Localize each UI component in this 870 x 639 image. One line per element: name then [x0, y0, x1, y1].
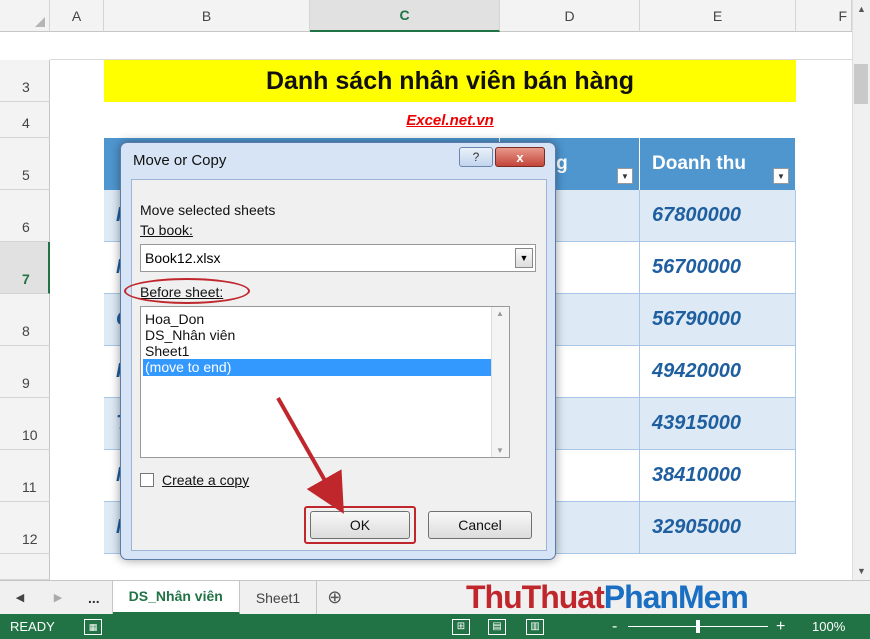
row-header-6[interactable]: 6	[0, 190, 50, 242]
select-all-corner[interactable]	[0, 0, 50, 32]
sheet-list-item[interactable]: DS_Nhân viên	[143, 327, 491, 344]
table-cell-revenue[interactable]: 43915000	[640, 398, 796, 450]
row-header-11[interactable]: 11	[0, 450, 50, 502]
header-revenue-label: Doanh thu	[652, 153, 746, 174]
highlight-ellipse	[124, 278, 250, 304]
row-header-13	[0, 554, 50, 580]
column-header-e[interactable]: E	[640, 0, 796, 32]
table-cell-revenue[interactable]: 56790000	[640, 294, 796, 346]
macro-record-icon[interactable]: ▦	[84, 618, 102, 635]
tab-more-button[interactable]: ...	[76, 580, 113, 615]
table-cell-revenue[interactable]: 49420000	[640, 346, 796, 398]
sheet-list-item[interactable]: Hoa_Don	[143, 311, 491, 328]
row-header-7[interactable]: 7	[0, 242, 50, 294]
to-book-value: Book12.xlsx	[145, 250, 221, 266]
watermark-part: Thuat	[521, 579, 605, 615]
watermark-logo: ThuThuatPhanMem	[466, 579, 749, 615]
scrollbar-thumb[interactable]	[854, 64, 868, 104]
add-sheet-icon[interactable]: ⊕	[317, 587, 342, 608]
status-bar: READY ▦ ⊞ ▤ ▥ - + 100%	[0, 614, 870, 639]
row-header-8[interactable]: 8	[0, 294, 50, 346]
column-header-c[interactable]: C	[310, 0, 500, 32]
sheet-list-item[interactable]: Sheet1	[143, 343, 491, 360]
dialog-body: Move selected sheets To book: Book12.xls…	[124, 179, 547, 551]
column-header-d[interactable]: D	[500, 0, 640, 32]
table-cell-revenue[interactable]: 67800000	[640, 190, 796, 242]
to-book-label: To book:	[140, 222, 193, 238]
column-header-f[interactable]: F	[796, 0, 852, 32]
row-2-area	[50, 32, 852, 60]
move-selected-label: Move selected sheets	[140, 202, 276, 218]
dialog-title: Move or Copy	[133, 151, 227, 169]
annotation-arrow-icon	[276, 397, 344, 514]
tab-sheet1[interactable]: Sheet1	[240, 580, 318, 615]
dropdown-arrow-icon[interactable]: ▼	[515, 248, 533, 268]
cancel-button[interactable]: Cancel	[428, 511, 532, 539]
zoom-out-icon[interactable]: -	[612, 618, 617, 636]
scroll-up-icon[interactable]: ▲	[853, 0, 870, 18]
corner-triangle-icon	[35, 17, 45, 27]
row-header-10[interactable]: 10	[0, 398, 50, 450]
listbox-scrollbar[interactable]: ▲ ▼	[491, 307, 509, 457]
filter-dropdown-icon[interactable]: ▼	[617, 168, 633, 184]
zoom-slider-thumb[interactable]	[696, 620, 700, 633]
help-button[interactable]: ?	[459, 147, 493, 167]
to-book-select[interactable]: Book12.xlsx ▼	[140, 244, 536, 272]
tab-next-icon[interactable]: ▶	[40, 591, 76, 604]
scroll-down-icon[interactable]: ▼	[853, 562, 870, 580]
row-header-5[interactable]: 5	[0, 138, 50, 190]
move-or-copy-dialog: Move or Copy ? x Move selected sheets To…	[120, 142, 556, 560]
vertical-scrollbar[interactable]: ▲ ▼	[852, 0, 870, 580]
list-scroll-down-icon[interactable]: ▼	[496, 446, 504, 455]
watermark-part: PhanMem	[603, 579, 749, 615]
create-copy-checkbox-row[interactable]: Create a copy	[140, 472, 249, 488]
table-cell-revenue[interactable]: 38410000	[640, 450, 796, 502]
table-cell-revenue[interactable]: 56700000	[640, 242, 796, 294]
tab-ds-nhan-vien[interactable]: DS_Nhân viên	[112, 580, 240, 615]
create-copy-checkbox[interactable]	[140, 473, 154, 487]
page-layout-icon[interactable]: ▤	[488, 618, 506, 635]
close-button[interactable]: x	[495, 147, 545, 167]
filter-dropdown-icon[interactable]: ▼	[773, 168, 789, 184]
row-header-9[interactable]: 9	[0, 346, 50, 398]
table-cell-revenue[interactable]: 32905000	[640, 502, 796, 554]
page-break-icon[interactable]: ▥	[526, 618, 544, 635]
sheet-list-item[interactable]: (move to end)	[143, 359, 491, 376]
create-copy-label: Create a copy	[162, 472, 250, 488]
sheet-title[interactable]: Danh sách nhân viên bán hàng	[104, 60, 796, 102]
watermark-part: Thu	[466, 579, 523, 615]
column-header-b[interactable]: B	[104, 0, 310, 32]
normal-view-icon[interactable]: ⊞	[452, 618, 470, 635]
row-header-4[interactable]: 4	[0, 102, 50, 138]
zoom-level[interactable]: 100%	[812, 619, 845, 634]
column-header-a[interactable]: A	[50, 0, 104, 32]
tab-prev-icon[interactable]: ◀	[0, 591, 40, 604]
table-header-revenue[interactable]: Doanh thu ▼	[640, 138, 796, 190]
list-scroll-up-icon[interactable]: ▲	[496, 309, 504, 318]
row-header-3[interactable]: 3	[0, 60, 50, 102]
sheet-subtitle-link[interactable]: Excel.net.vn	[104, 102, 796, 138]
row-header-12[interactable]: 12	[0, 502, 50, 554]
zoom-in-icon[interactable]: +	[776, 618, 785, 636]
status-ready: READY	[10, 619, 55, 634]
close-icon: x	[516, 149, 524, 165]
